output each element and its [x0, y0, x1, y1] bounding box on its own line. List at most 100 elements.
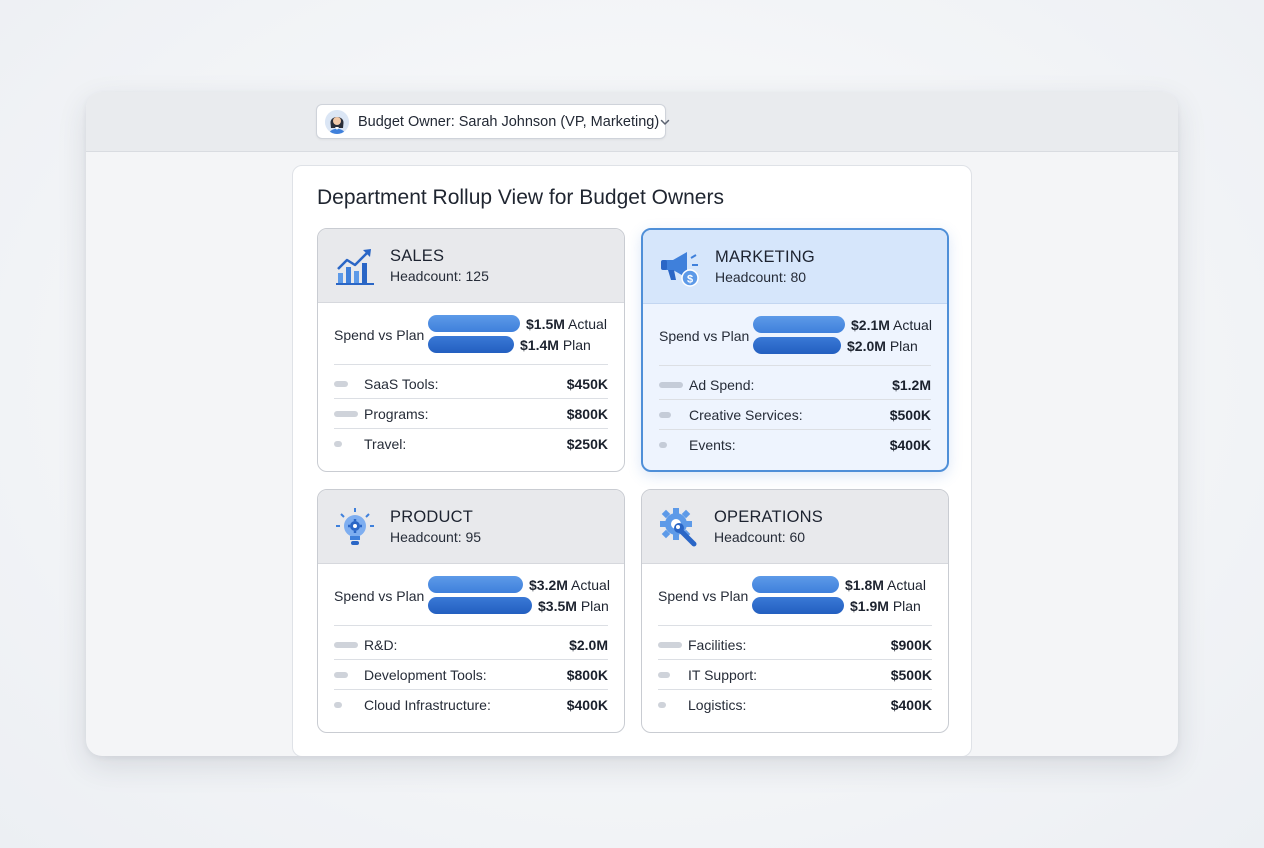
actual-amount: $1.5M	[526, 316, 565, 332]
actual-amount: $3.2M	[529, 577, 568, 593]
item-value: $900K	[890, 636, 932, 653]
plan-amount: $1.9M	[850, 598, 889, 614]
list-item: Ad Spend: $1.2M	[659, 370, 931, 400]
list-item: Programs: $800K	[334, 399, 608, 429]
toolbar: Budget Owner: Sarah Johnson (VP, Marketi…	[86, 92, 1178, 152]
plan-amount: $1.4M	[520, 337, 559, 353]
actual-suffix: Actual	[893, 317, 932, 333]
spend-label: Spend vs Plan	[659, 328, 750, 344]
item-value: $400K	[889, 437, 931, 453]
item-label: Creative Services:	[689, 406, 803, 423]
actual-label: $2.1M Actual	[851, 317, 932, 333]
actual-label: $1.8M Actual	[845, 577, 926, 593]
actual-amount: $1.8M	[845, 577, 884, 593]
list-item: Cloud Infrastructure: $400K	[334, 690, 608, 720]
list-item: Travel: $250K	[334, 429, 608, 459]
list-item: Events: $400K	[659, 430, 931, 460]
actual-amount: $2.1M	[851, 317, 890, 333]
plan-amount: $3.5M	[538, 598, 577, 614]
item-value: $400K	[566, 697, 608, 713]
spend-label: Spend vs Plan	[334, 588, 425, 604]
actual-suffix: Actual	[568, 316, 607, 332]
budget-owner-select[interactable]: Budget Owner: Sarah Johnson (VP, Marketi…	[316, 104, 670, 139]
plan-label: $3.5M Plan	[538, 598, 609, 614]
plan-suffix: Plan	[889, 338, 918, 354]
budget-owner-label: Budget Owner: Sarah Johnson (VP, Marketi…	[358, 113, 660, 130]
list-item: Logistics: $400K	[658, 690, 932, 720]
list-item: R&D: $2.0M	[334, 630, 608, 660]
actual-bar	[428, 576, 523, 593]
plan-amount: $2.0M	[847, 338, 886, 354]
item-label: Events:	[689, 437, 736, 453]
card-header: OPERATIONS Headcount: 60	[642, 490, 948, 564]
plan-suffix: Plan	[562, 337, 591, 353]
item-label: Development Tools:	[364, 666, 487, 683]
plan-bar	[753, 337, 841, 354]
item-label: SaaS Tools:	[364, 375, 439, 392]
department-headcount: Headcount: 95	[390, 528, 482, 545]
app-window: Budget Owner: Sarah Johnson (VP, Marketi…	[86, 92, 1178, 756]
card-header: SALES Headcount: 125	[318, 229, 624, 303]
plan-bar	[752, 597, 844, 614]
actual-bar	[752, 576, 839, 593]
department-headcount: Headcount: 125	[390, 267, 489, 284]
actual-suffix: Actual	[887, 577, 926, 593]
department-headcount: Headcount: 80	[715, 268, 807, 285]
list-item: SaaS Tools: $450K	[334, 369, 608, 399]
department-card-marketing[interactable]: $ MARKETING Headcount: 80 Spend vs Plan …	[641, 228, 949, 472]
svg-text:$: $	[687, 273, 693, 285]
spend-vs-plan: Spend vs Plan $3.2M Actual $3.5M Plan	[334, 564, 610, 626]
item-marker	[334, 671, 348, 678]
page-title: Department Rollup View for Budget Owners	[317, 186, 724, 209]
item-value: $800K	[566, 405, 608, 422]
megaphone-dollar-icon: $	[659, 246, 701, 288]
actual-bar	[753, 316, 845, 333]
item-marker	[334, 702, 342, 708]
item-marker	[658, 702, 666, 708]
department-card-operations[interactable]: OPERATIONS Headcount: 60 Spend vs Plan $…	[641, 489, 949, 733]
department-name: OPERATIONS	[714, 507, 823, 526]
item-marker	[658, 641, 682, 648]
item-label: Programs:	[364, 405, 429, 422]
item-marker	[659, 442, 667, 448]
item-marker	[334, 641, 358, 648]
item-marker	[334, 441, 342, 447]
chevron-down-icon	[660, 119, 670, 125]
spend-label: Spend vs Plan	[658, 588, 749, 604]
plan-label: $2.0M Plan	[847, 338, 918, 354]
item-marker	[658, 671, 670, 678]
department-headcount: Headcount: 60	[714, 528, 806, 545]
plan-label: $1.4M Plan	[520, 337, 591, 353]
list-item: Facilities: $900K	[658, 630, 932, 660]
department-rollup-panel: Department Rollup View for Budget Owners…	[292, 165, 972, 756]
item-marker	[659, 411, 671, 418]
item-value: $250K	[566, 436, 608, 452]
plan-bar	[428, 336, 514, 353]
item-value: $2.0M	[569, 636, 608, 653]
list-item: Development Tools: $800K	[334, 660, 608, 690]
growth-chart-icon	[334, 245, 376, 287]
avatar	[325, 109, 349, 134]
department-name: PRODUCT	[390, 507, 473, 526]
actual-label: $3.2M Actual	[529, 577, 610, 593]
spend-vs-plan: Spend vs Plan $1.5M Actual $1.4M Plan	[334, 303, 608, 365]
department-card-product[interactable]: PRODUCT Headcount: 95 Spend vs Plan $3.2…	[317, 489, 625, 733]
item-value: $450K	[566, 375, 608, 392]
item-value: $800K	[566, 666, 608, 683]
line-items: SaaS Tools: $450K Programs: $800K Travel…	[334, 369, 608, 459]
actual-label: $1.5M Actual	[526, 316, 607, 332]
item-value: $500K	[890, 666, 932, 683]
item-marker	[334, 380, 348, 387]
item-label: Facilities:	[688, 636, 747, 653]
item-label: Travel:	[364, 436, 407, 452]
item-marker	[334, 410, 358, 417]
list-item: IT Support: $500K	[658, 660, 932, 690]
line-items: R&D: $2.0M Development Tools: $800K Clou…	[334, 630, 608, 720]
spend-vs-plan: Spend vs Plan $2.1M Actual $2.0M Plan	[659, 304, 932, 366]
item-label: R&D:	[364, 636, 398, 653]
department-card-sales[interactable]: SALES Headcount: 125 Spend vs Plan $1.5M…	[317, 228, 625, 472]
line-items: Ad Spend: $1.2M Creative Services: $500K…	[659, 370, 931, 460]
lightbulb-gear-icon	[334, 506, 376, 548]
plan-suffix: Plan	[892, 598, 921, 614]
plan-label: $1.9M Plan	[850, 598, 921, 614]
